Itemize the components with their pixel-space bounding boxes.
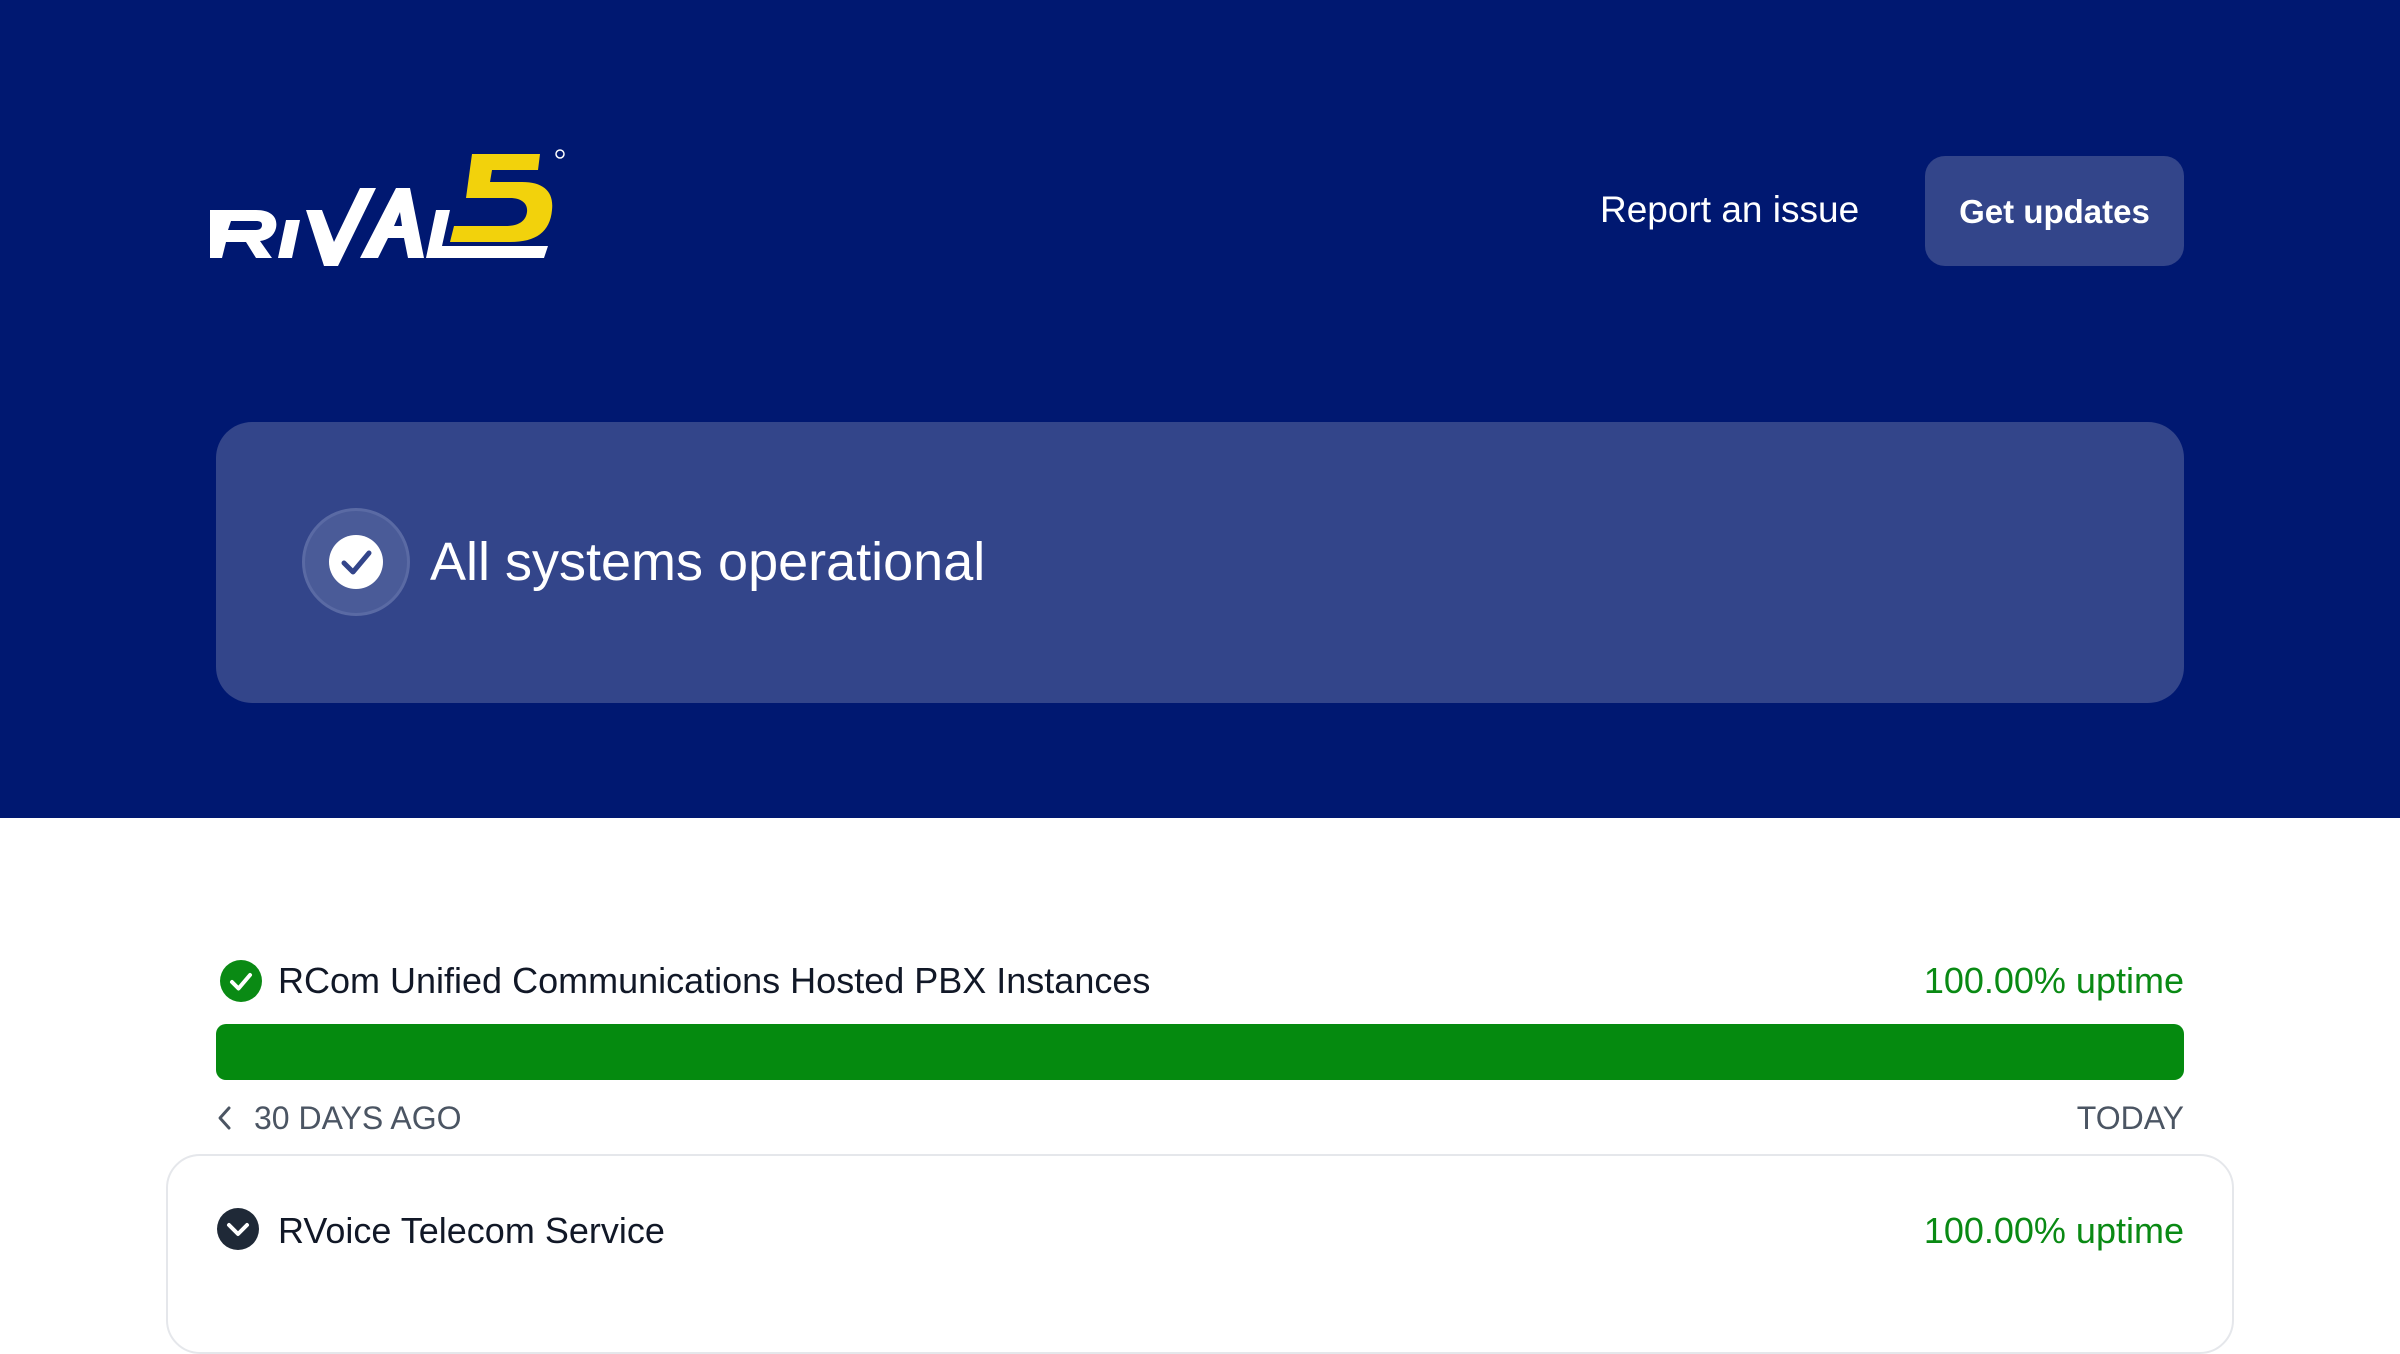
system-status-banner: All systems operational bbox=[216, 422, 2184, 703]
status-icon-ring bbox=[302, 508, 410, 616]
range-start-label: 30 DAYS AGO bbox=[254, 1100, 462, 1136]
get-updates-button[interactable]: Get updates bbox=[1925, 156, 2184, 266]
status-message: All systems operational bbox=[430, 532, 986, 592]
component-uptime: 100.00% uptime bbox=[1923, 1210, 2184, 1251]
report-issue-link[interactable]: Report an issue bbox=[1600, 180, 1900, 240]
check-circle-icon bbox=[220, 960, 262, 1002]
component-header: RCom Unified Communications Hosted PBX I… bbox=[216, 950, 2184, 1010]
uptime-range: 30 DAYS AGO TODAY bbox=[216, 1098, 2184, 1138]
component-name: RCom Unified Communications Hosted PBX I… bbox=[278, 960, 1151, 1001]
uptime-bar[interactable] bbox=[216, 1024, 2184, 1080]
chevron-left-icon[interactable] bbox=[216, 1101, 238, 1141]
rival5-logo[interactable] bbox=[210, 148, 570, 274]
hero-header: Report an issue Get updates All systems … bbox=[0, 0, 2400, 818]
component-header: RVoice Telecom Service 100.00% uptime bbox=[216, 1200, 2184, 1260]
component-rvoice[interactable]: RVoice Telecom Service 100.00% uptime bbox=[216, 1200, 2184, 1260]
range-start[interactable]: 30 DAYS AGO bbox=[216, 1098, 462, 1141]
component-uptime: 100.00% uptime bbox=[1923, 960, 2184, 1001]
range-end-label: TODAY bbox=[2076, 1100, 2184, 1136]
component-name: RVoice Telecom Service bbox=[278, 1210, 665, 1251]
component-rcom: RCom Unified Communications Hosted PBX I… bbox=[216, 950, 2184, 1136]
chevron-down-icon[interactable] bbox=[217, 1208, 259, 1250]
check-circle-icon bbox=[329, 535, 383, 589]
